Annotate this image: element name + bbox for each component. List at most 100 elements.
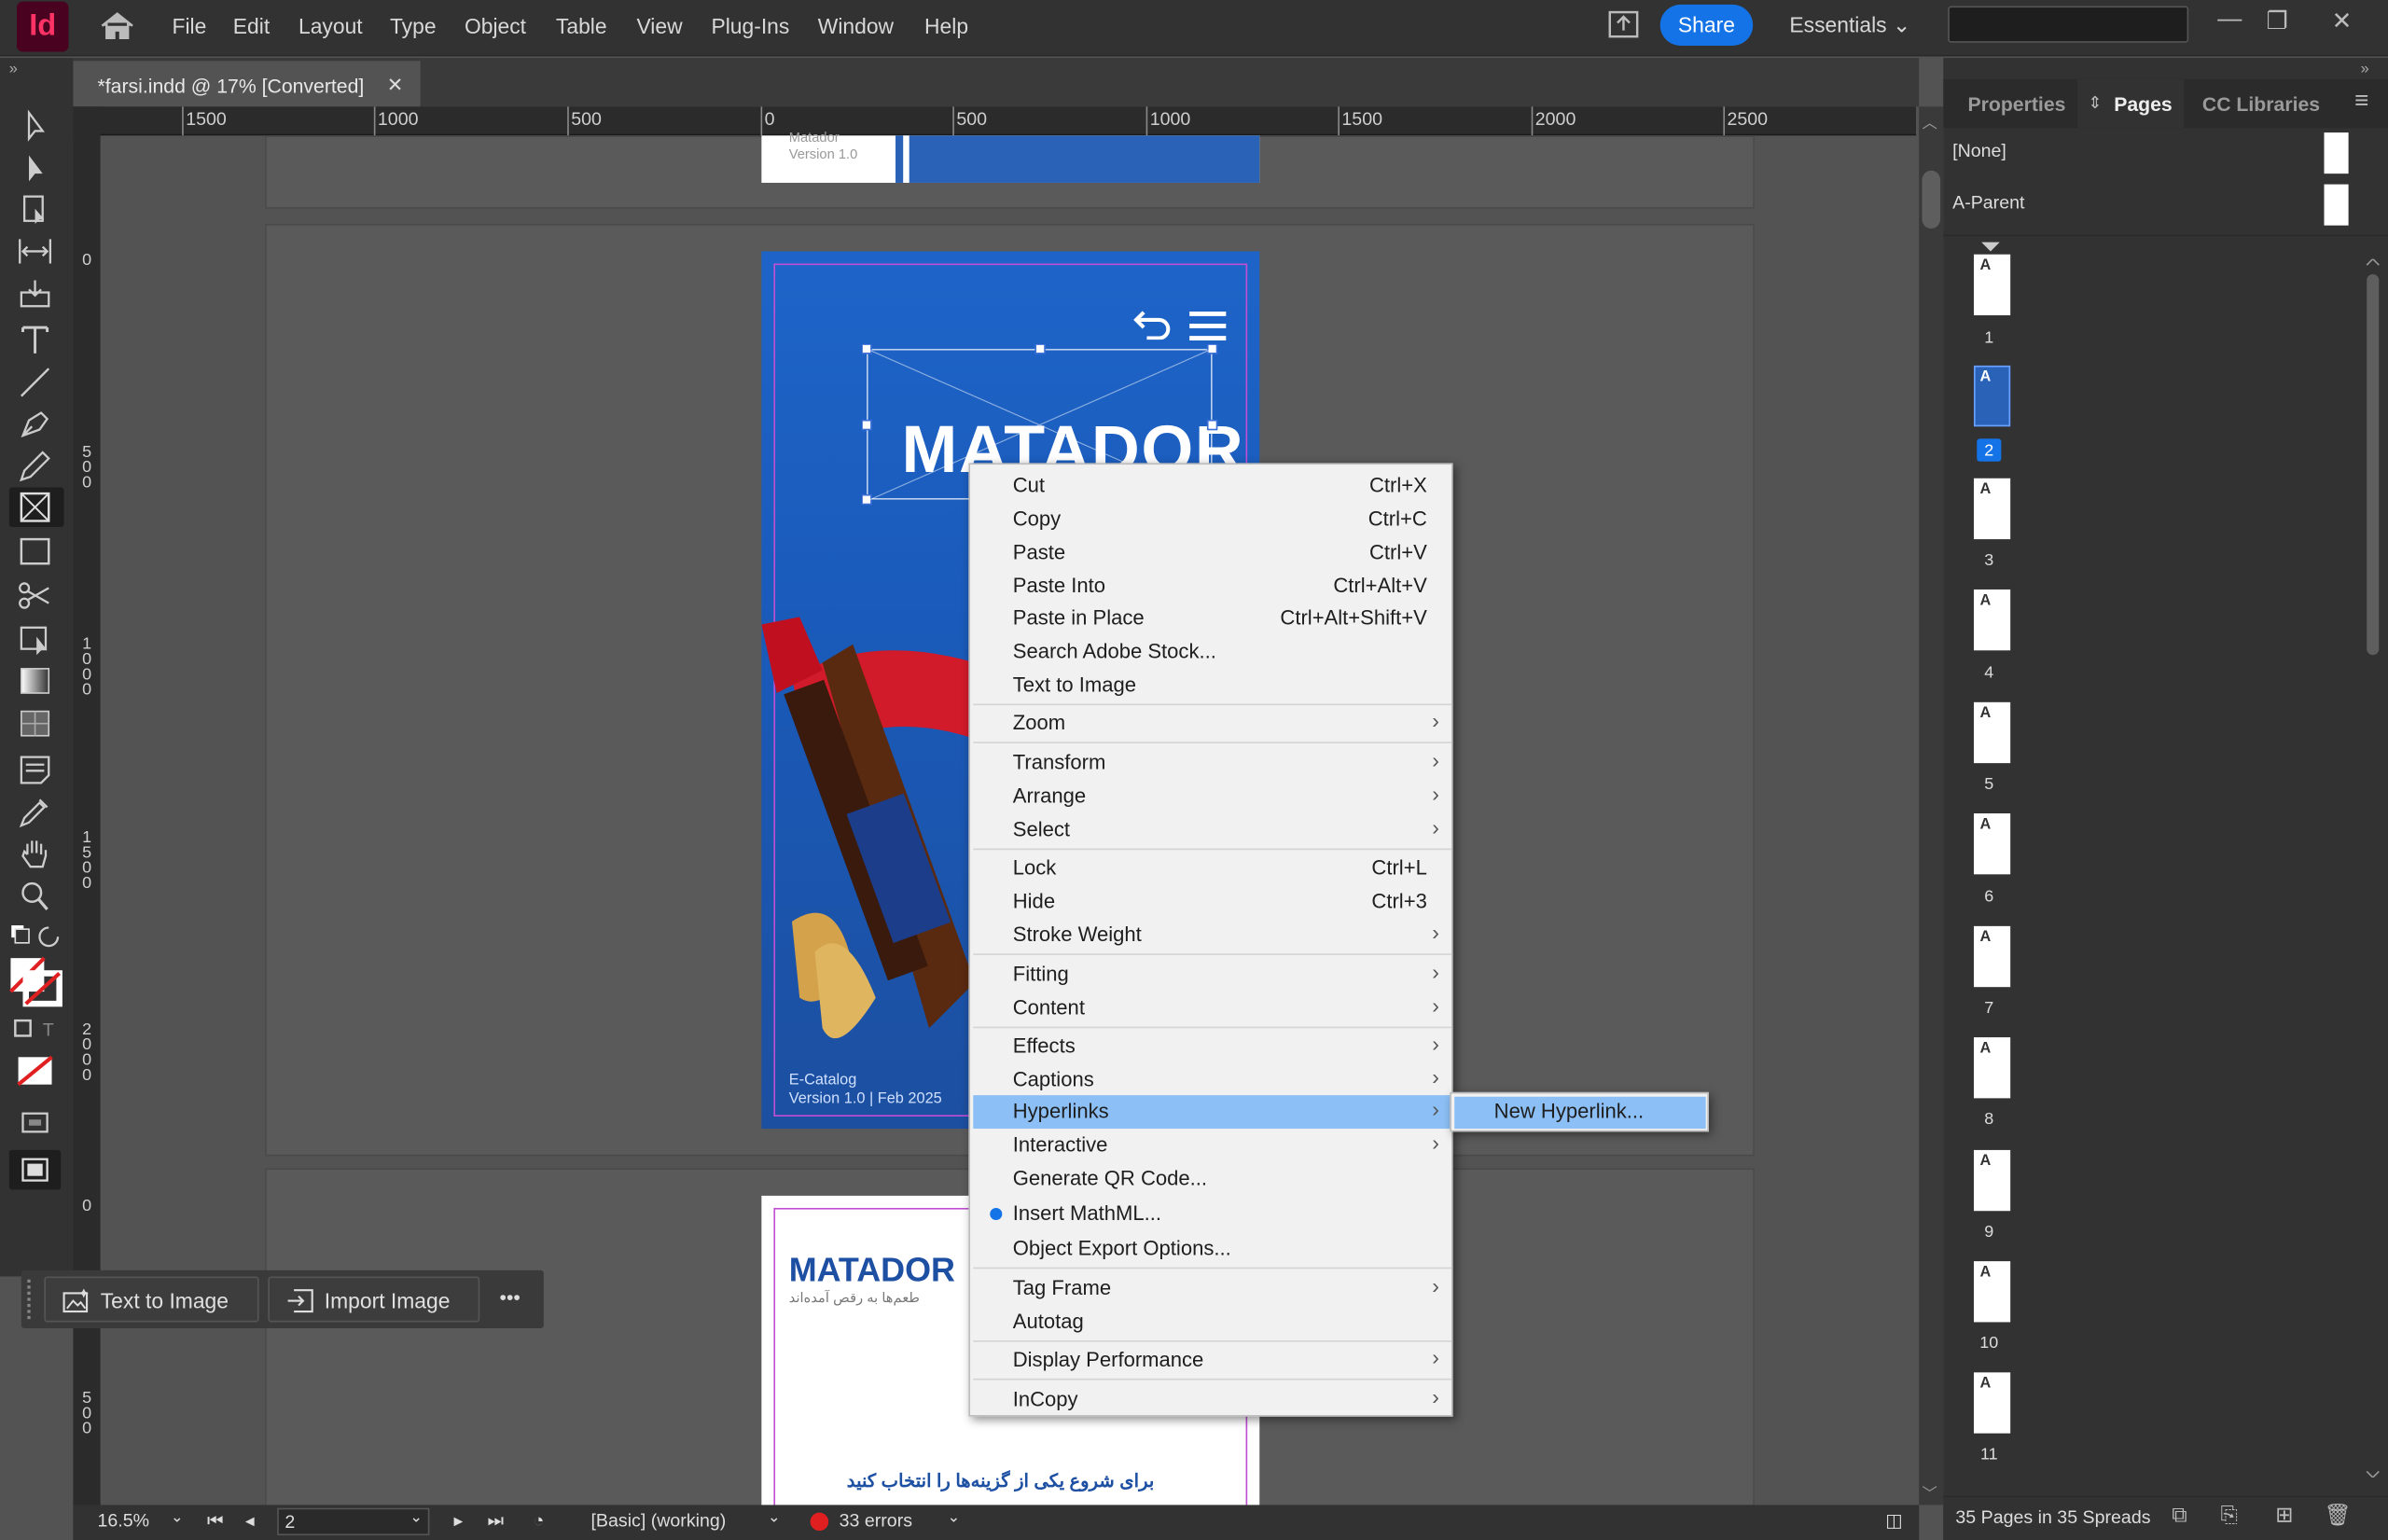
search-input[interactable] [1948, 6, 2189, 43]
menu-window[interactable]: Window [818, 14, 894, 38]
menu-help[interactable]: Help [924, 14, 968, 38]
chevron-down-icon[interactable]: ⌄ [948, 1509, 961, 1526]
normal-view-icon[interactable] [15, 1153, 54, 1186]
page-tool-icon[interactable] [15, 193, 54, 227]
chevron-down-icon[interactable]: ⌄ [768, 1509, 781, 1526]
hand-tool-icon[interactable] [15, 837, 54, 870]
split-layout-icon[interactable]: ◫ [1885, 1509, 1903, 1531]
more-options-icon[interactable]: ••• [500, 1285, 521, 1308]
import-image-button[interactable]: Import Image [268, 1276, 480, 1323]
preflight-icon[interactable]: ◔ [533, 1509, 544, 1531]
zoom-dropdown-icon[interactable]: ⌄ [171, 1509, 184, 1526]
panel-menu-icon[interactable]: ≡ [2354, 89, 2368, 116]
menu-plugins[interactable]: Plug-Ins [711, 14, 789, 38]
type-tool-icon[interactable] [15, 323, 54, 356]
gradient-swatch-tool-icon[interactable] [15, 664, 54, 698]
error-count[interactable]: 33 errors [840, 1509, 912, 1531]
menu-item-stroke-weight[interactable]: Stroke Weight › [973, 919, 1451, 952]
menu-layout[interactable]: Layout [298, 14, 363, 38]
menu-item-display-performance[interactable]: Display Performance › [973, 1343, 1451, 1377]
menu-item-paste-into[interactable]: Paste Into Ctrl+Alt+V [973, 570, 1451, 604]
workspace-switcher[interactable]: Essentials ⌄ [1789, 12, 1910, 38]
pen-tool-icon[interactable] [15, 407, 54, 440]
page-transitions-icon[interactable]: ⎘ [2220, 1502, 2237, 1528]
share-button[interactable]: Share [1659, 4, 1754, 46]
menu-item-new-hyperlink[interactable]: New Hyperlink... [1454, 1096, 1706, 1130]
selection-tool-icon[interactable] [15, 109, 54, 144]
first-page-icon[interactable]: ⏮ [207, 1509, 224, 1532]
menu-item-interactive[interactable]: Interactive › [973, 1129, 1451, 1162]
menu-item-hide[interactable]: Hide Ctrl+3 [973, 885, 1451, 919]
scroll-up-icon[interactable]: ︿ [1922, 110, 1937, 132]
text-to-image-button[interactable]: Text to Image [44, 1276, 259, 1323]
menu-item-text-to-image[interactable]: Text to Image [973, 669, 1451, 702]
gap-tool-icon[interactable] [15, 234, 54, 268]
preflight-profile[interactable]: [Basic] (working) [590, 1509, 726, 1531]
menu-item-object-export-options[interactable]: Object Export Options... [973, 1232, 1451, 1266]
note-tool-icon[interactable] [15, 753, 54, 786]
horizontal-ruler[interactable]: 1500 1000 500 0 500 1000 1500 2000 2500 [73, 106, 1916, 136]
menu-item-zoom[interactable]: Zoom › [973, 707, 1451, 741]
swap-fill-stroke-icon[interactable] [7, 922, 62, 949]
scrollbar-thumb[interactable] [1922, 170, 1941, 229]
menu-item-cut[interactable]: Cut Ctrl+X [973, 469, 1451, 503]
menu-item-tag-frame[interactable]: Tag Frame › [973, 1272, 1451, 1306]
line-tool-icon[interactable] [15, 366, 54, 399]
menu-item-lock[interactable]: Lock Ctrl+L [973, 852, 1451, 885]
menu-item-hyperlinks[interactable]: Hyperlinks › [973, 1095, 1451, 1130]
content-collector-icon[interactable] [15, 277, 54, 311]
parent-none[interactable]: [None] [1952, 140, 2006, 161]
last-page-icon[interactable]: ⏭ [487, 1509, 504, 1532]
eyedropper-tool-icon[interactable] [15, 795, 54, 828]
menu-item-generate-qr-code[interactable]: Generate QR Code... [973, 1162, 1451, 1196]
parent-a[interactable]: A-Parent [1952, 192, 2024, 214]
pencil-tool-icon[interactable] [15, 450, 54, 483]
pages-scrollbar[interactable] [2364, 258, 2382, 1478]
ruler-origin[interactable] [73, 106, 101, 136]
menu-item-copy[interactable]: Copy Ctrl+C [973, 503, 1451, 536]
new-page-icon[interactable]: ⊞ [2275, 1502, 2293, 1528]
menu-item-paste[interactable]: Paste Ctrl+V [973, 536, 1451, 570]
close-tab-icon[interactable]: ✕ [387, 73, 404, 97]
delete-page-icon[interactable]: 🗑 [2325, 1502, 2352, 1528]
vertical-scrollbar[interactable] [1919, 106, 1944, 1505]
rectangle-tool-icon[interactable] [15, 534, 54, 568]
menu-item-search-adobe-stock[interactable]: Search Adobe Stock... [973, 635, 1451, 669]
menu-view[interactable]: View [636, 14, 682, 38]
scroll-down-icon[interactable]: ﹀ [1922, 1480, 1937, 1504]
menu-edit[interactable]: Edit [233, 14, 270, 38]
gradient-feather-tool-icon[interactable] [15, 707, 54, 741]
fill-stroke-swatch-icon[interactable] [7, 955, 62, 1007]
prev-page-icon[interactable]: ◂ [245, 1509, 255, 1531]
menu-item-select[interactable]: Select › [973, 813, 1451, 847]
zoom-level[interactable]: 16.5% [97, 1509, 149, 1531]
close-icon[interactable]: ✕ [2332, 7, 2353, 37]
menu-table[interactable]: Table [556, 14, 607, 38]
restore-icon[interactable]: ❐ [2266, 7, 2287, 37]
menu-item-transform[interactable]: Transform › [973, 746, 1451, 780]
menu-type[interactable]: Type [390, 14, 437, 38]
page-number-field[interactable]: 2 ⌄ [277, 1507, 430, 1536]
edit-page-size-icon[interactable]: ⧉ [2172, 1502, 2187, 1528]
menu-item-captions[interactable]: Captions › [973, 1063, 1451, 1097]
tab-pages-bg[interactable]: ⇕ Pages [2077, 78, 2185, 129]
formatting-affects-icon[interactable]: T [12, 1018, 61, 1039]
direct-selection-tool-icon[interactable] [15, 152, 54, 186]
zoom-tool-icon[interactable] [15, 879, 54, 912]
parent-a-thumb[interactable] [2324, 184, 2349, 226]
collapse-panel-icon[interactable]: » [9, 61, 18, 77]
home-icon[interactable] [97, 9, 136, 43]
screen-mode-icon[interactable] [15, 1106, 54, 1140]
rectangle-frame-tool-icon[interactable] [15, 491, 54, 524]
tab-properties[interactable]: Properties [1967, 93, 2065, 116]
menu-item-content[interactable]: Content › [973, 992, 1451, 1025]
collapse-panel-icon[interactable]: » [2361, 61, 2369, 77]
scissors-tool-icon[interactable] [15, 579, 54, 613]
next-page-icon[interactable]: ▸ [454, 1509, 464, 1531]
publish-online-icon[interactable] [1606, 7, 1640, 41]
drag-handle-icon[interactable] [27, 1279, 32, 1320]
document-tab[interactable]: *farsi.indd @ 17% [Converted] ✕ [73, 58, 421, 107]
menu-item-paste-in-place[interactable]: Paste in Place Ctrl+Alt+Shift+V [973, 602, 1451, 635]
menu-item-fitting[interactable]: Fitting › [973, 958, 1451, 992]
menu-item-autotag[interactable]: Autotag [973, 1305, 1451, 1339]
